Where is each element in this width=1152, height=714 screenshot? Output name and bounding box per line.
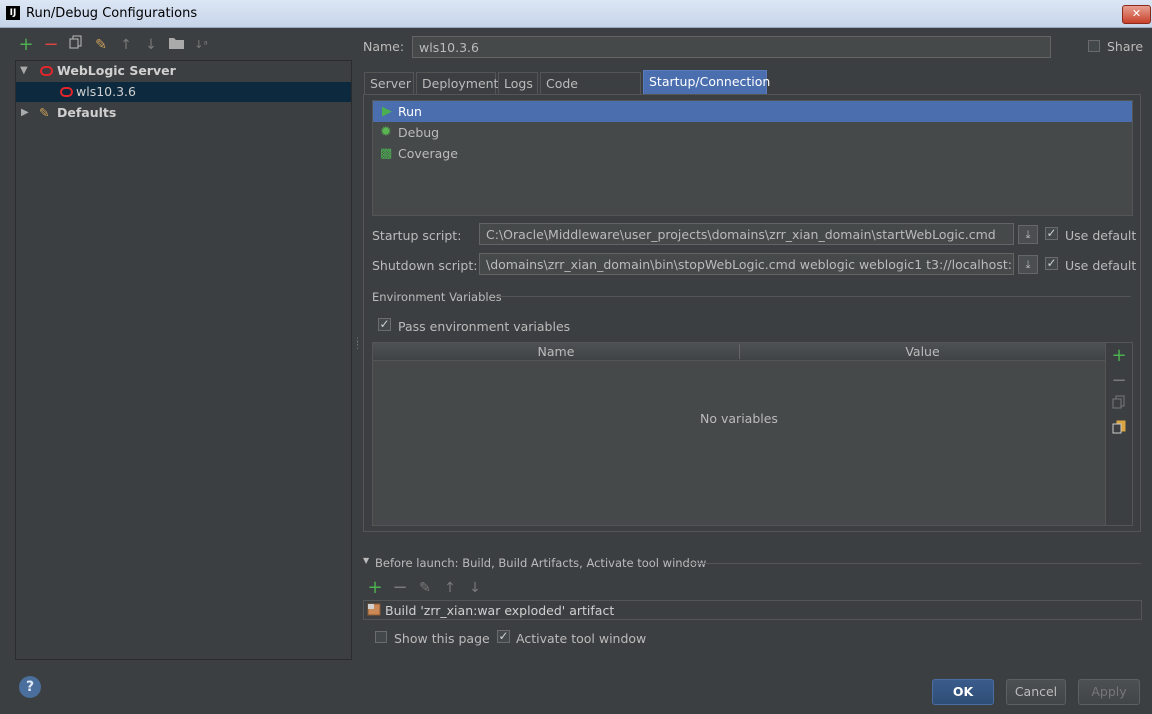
before-launch-label[interactable]: Before launch: Build, Build Artifacts, A… [375,556,706,570]
run-icon: ▶ [382,104,392,119]
arrow-down-icon[interactable]: ↓ [465,577,485,599]
empty-table-text: No variables [700,411,778,426]
show-page-checkbox[interactable] [375,631,387,643]
wrench-icon: ✎ [39,105,50,120]
expand-arrow-icon[interactable]: ▼ [20,61,28,81]
mode-debug[interactable]: ✹ Debug [373,122,1132,143]
activate-tool-checkbox[interactable]: ✓ [497,630,510,643]
collapse-arrow-icon[interactable]: ▼ [363,556,369,565]
app-logo-icon: IJ [6,6,20,20]
tree-group-label: WebLogic Server [57,63,176,78]
edit-icon[interactable]: ✎ [415,577,435,599]
add-icon[interactable]: + [365,577,385,599]
section-divider [686,563,1141,564]
pass-env-checkbox[interactable]: ✓ [378,318,391,331]
sort-icon[interactable]: ↓ᵃ [191,34,211,56]
shutdown-use-default-label: Use default [1065,258,1137,273]
debug-icon: ✹ [380,124,392,140]
tab-code-coverage[interactable]: Code Coverage [540,72,641,113]
coverage-icon: ▩ [380,146,393,161]
startup-script-input[interactable]: C:\Oracle\Middleware\user_projects\domai… [479,223,1014,245]
tab-server[interactable]: Server [364,72,414,94]
ok-button[interactable]: OK [932,679,994,705]
mode-run[interactable]: ▶ Run [373,101,1132,122]
arrow-down-icon[interactable]: ↓ [141,34,161,56]
collapse-arrow-icon[interactable]: ▶ [21,103,29,123]
artifact-icon [367,602,381,619]
share-checkbox[interactable] [1088,40,1100,52]
share-label: Share [1107,39,1144,54]
tree-item-label: wls10.3.6 [76,84,136,99]
tree-group-weblogic[interactable]: ▼ WebLogic Server [16,61,351,81]
close-button[interactable]: ✕ [1122,5,1151,24]
tab-deployment[interactable]: Deployment [416,72,498,94]
browse-folder-icon[interactable]: ⤓ [1018,225,1038,244]
before-launch-list: Build 'zrr_xian:war exploded' artifact [363,600,1142,620]
config-tree: ▼ WebLogic Server wls10.3.6 ▶ ✎ Defaults [15,60,352,660]
tree-group-defaults[interactable]: ▶ ✎ Defaults [16,103,351,123]
arrow-up-icon[interactable]: ↑ [440,577,460,599]
wrench-icon[interactable]: ✎ [91,34,111,56]
startup-use-default-checkbox[interactable]: ✓ [1045,227,1058,240]
before-launch-task[interactable]: Build 'zrr_xian:war exploded' artifact [385,603,614,618]
remove-icon[interactable]: − [390,577,410,599]
name-label: Name: [363,39,405,54]
env-table-header: Name Value [373,343,1105,361]
tab-startup-connection[interactable]: Startup/Connection [643,70,770,94]
column-header-value[interactable]: Value [740,343,1105,360]
startup-script-label: Startup script: [372,228,462,243]
shutdown-script-input[interactable]: \domains\zrr_xian_domain\bin\stopWebLogi… [479,253,1014,275]
show-page-label: Show this page [394,631,490,646]
env-table: Name Value No variables [372,342,1106,526]
mode-label: Debug [398,125,440,140]
remove-icon[interactable]: − [1110,370,1128,391]
paste-icon[interactable] [1110,420,1128,438]
name-input[interactable]: wls10.3.6 [412,36,1051,58]
pass-env-label: Pass environment variables [398,319,571,334]
env-section-label: Environment Variables [372,290,502,304]
tree-item-wls[interactable]: wls10.3.6 [16,82,351,102]
activate-tool-label: Activate tool window [516,631,647,646]
startup-use-default-label: Use default [1065,228,1137,243]
column-header-name[interactable]: Name [373,343,739,360]
copy-icon[interactable] [1110,395,1128,413]
section-divider [495,296,1131,297]
window-title: Run/Debug Configurations [26,6,198,21]
apply-button[interactable]: Apply [1078,679,1140,705]
shutdown-use-default-checkbox[interactable]: ✓ [1045,257,1058,270]
add-icon[interactable]: + [16,34,36,56]
browse-folder-icon[interactable]: ⤓ [1018,255,1038,274]
copy-icon[interactable] [66,34,86,56]
shutdown-script-label: Shutdown script: [372,258,478,273]
tree-defaults-label: Defaults [57,105,117,120]
mode-coverage[interactable]: ▩ Coverage [373,143,1132,164]
add-icon[interactable]: + [1110,345,1128,366]
mode-label: Run [398,104,422,119]
remove-icon[interactable]: − [41,34,61,56]
folder-icon[interactable] [166,34,186,56]
weblogic-icon [40,66,53,76]
arrow-up-icon[interactable]: ↑ [116,34,136,56]
window-title-bar: IJ Run/Debug Configurations ✕ [0,0,1152,28]
splitter-handle[interactable]: ⋮ ⋮ [353,338,362,351]
tab-logs[interactable]: Logs [498,72,538,94]
cancel-button[interactable]: Cancel [1006,679,1066,705]
help-icon[interactable]: ? [19,676,41,698]
mode-label: Coverage [398,146,458,161]
env-table-toolbar: + − [1106,342,1133,526]
mode-list: ▶ Run ✹ Debug ▩ Coverage [372,100,1133,216]
weblogic-icon [60,87,73,97]
